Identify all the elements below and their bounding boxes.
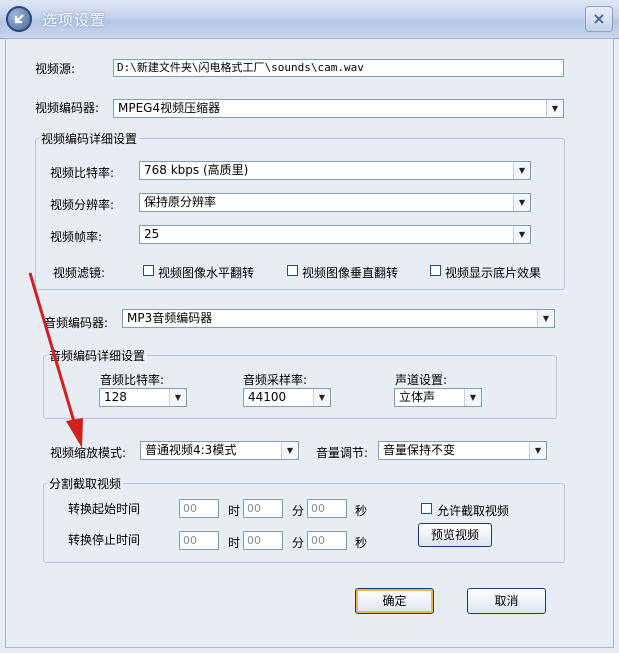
stop-minute-unit: 分 bbox=[292, 536, 305, 550]
audio-samplerate-select[interactable]: 44100 ▼ bbox=[243, 388, 331, 407]
start-minute-input[interactable]: 00 bbox=[243, 499, 283, 518]
scale-mode-select[interactable]: 普通视频4:3模式 ▼ bbox=[140, 441, 299, 460]
chevron-down-icon[interactable]: ▼ bbox=[529, 442, 546, 459]
video-encoder-select[interactable]: MPEG4视频压缩器 ▼ bbox=[113, 99, 564, 118]
chevron-down-icon[interactable]: ▼ bbox=[281, 442, 298, 459]
audio-samplerate-label: 音频采样率: bbox=[243, 373, 308, 387]
ok-button[interactable]: 确定 bbox=[355, 588, 434, 614]
cancel-button[interactable]: 取消 bbox=[467, 588, 546, 614]
video-encoder-value: MPEG4视频压缩器 bbox=[118, 101, 221, 115]
scale-mode-value: 普通视频4:3模式 bbox=[145, 443, 237, 457]
video-encoder-label: 视频编码器: bbox=[35, 101, 100, 115]
start-second-unit: 秒 bbox=[355, 504, 368, 518]
allow-split-checkbox[interactable] bbox=[421, 503, 432, 514]
chevron-down-icon[interactable]: ▼ bbox=[313, 389, 330, 406]
stop-time-label: 转换停止时间 bbox=[68, 533, 141, 547]
video-framerate-select[interactable]: 25 ▼ bbox=[139, 225, 531, 244]
channel-label: 声道设置: bbox=[395, 373, 448, 387]
split-title: 分割截取视频 bbox=[47, 475, 124, 492]
chevron-down-icon[interactable]: ▼ bbox=[513, 162, 530, 179]
window-title: 选项设置 bbox=[42, 11, 107, 29]
video-resolution-select[interactable]: 保持原分辨率 ▼ bbox=[139, 193, 531, 212]
audio-encoder-label: 音频编码器: bbox=[44, 316, 109, 330]
chevron-down-icon[interactable]: ▼ bbox=[546, 100, 563, 117]
filter-vertical-flip-label: 视频图像垂直翻转 bbox=[302, 266, 399, 280]
title-bar: 选项设置 × bbox=[0, 0, 619, 39]
audio-encoder-value: MP3音频编码器 bbox=[127, 311, 213, 325]
chevron-down-icon[interactable]: ▼ bbox=[513, 226, 530, 243]
stop-second-unit: 秒 bbox=[355, 536, 368, 550]
chevron-down-icon[interactable]: ▼ bbox=[464, 389, 481, 406]
start-hour-input[interactable]: 00 bbox=[179, 499, 219, 518]
audio-bitrate-label: 音频比特率: bbox=[100, 373, 165, 387]
video-framerate-label: 视频帧率: bbox=[50, 230, 103, 244]
audio-encoder-select[interactable]: MP3音频编码器 ▼ bbox=[122, 309, 555, 328]
audio-bitrate-value: 128 bbox=[104, 390, 127, 404]
allow-split-label: 允许截取视频 bbox=[437, 504, 510, 518]
volume-select[interactable]: 音量保持不变 ▼ bbox=[378, 441, 547, 460]
preview-video-button[interactable]: 预览视频 bbox=[418, 523, 492, 547]
chevron-down-icon[interactable]: ▼ bbox=[169, 389, 186, 406]
start-hour-unit: 时 bbox=[228, 504, 241, 518]
start-time-label: 转换起始时间 bbox=[68, 502, 141, 516]
volume-label: 音量调节: bbox=[316, 446, 369, 460]
chevron-down-icon[interactable]: ▼ bbox=[513, 194, 530, 211]
close-icon: × bbox=[592, 9, 606, 28]
video-bitrate-value: 768 kbps (高质里) bbox=[144, 163, 249, 177]
audio-detail-title: 音频编码详细设置 bbox=[47, 347, 148, 364]
back-arrow-icon[interactable] bbox=[6, 6, 32, 32]
start-second-input[interactable]: 00 bbox=[307, 499, 347, 518]
stop-hour-unit: 时 bbox=[228, 536, 241, 550]
close-button[interactable]: × bbox=[585, 6, 613, 32]
stop-minute-input[interactable]: 00 bbox=[243, 531, 283, 550]
stop-second-input[interactable]: 00 bbox=[307, 531, 347, 550]
start-minute-unit: 分 bbox=[292, 504, 305, 518]
video-filter-label: 视频滤镜: bbox=[53, 266, 106, 280]
video-resolution-label: 视频分辨率: bbox=[50, 198, 115, 212]
video-source-field[interactable]: D:\新建文件夹\闪电格式工厂\sounds\cam.wav bbox=[113, 59, 564, 77]
filter-vertical-flip-checkbox[interactable] bbox=[287, 265, 298, 276]
audio-samplerate-value: 44100 bbox=[248, 390, 287, 404]
filter-horizontal-flip-label: 视频图像水平翻转 bbox=[158, 266, 255, 280]
stop-hour-input[interactable]: 00 bbox=[179, 531, 219, 550]
video-bitrate-select[interactable]: 768 kbps (高质里) ▼ bbox=[139, 161, 531, 180]
channel-select[interactable]: 立体声 ▼ bbox=[394, 388, 482, 407]
video-detail-title: 视频编码详细设置 bbox=[39, 130, 140, 147]
scale-mode-label: 视频缩放模式: bbox=[50, 446, 127, 460]
filter-negative-checkbox[interactable] bbox=[430, 265, 441, 276]
volume-value: 音量保持不变 bbox=[383, 443, 456, 457]
channel-value: 立体声 bbox=[399, 390, 436, 404]
audio-bitrate-select[interactable]: 128 ▼ bbox=[99, 388, 187, 407]
filter-horizontal-flip-checkbox[interactable] bbox=[143, 265, 154, 276]
video-source-label: 视频源: bbox=[35, 62, 76, 76]
video-bitrate-label: 视频比特率: bbox=[50, 166, 115, 180]
chevron-down-icon[interactable]: ▼ bbox=[537, 310, 554, 327]
video-framerate-value: 25 bbox=[144, 227, 160, 241]
filter-negative-label: 视频显示底片效果 bbox=[445, 266, 542, 280]
video-resolution-value: 保持原分辨率 bbox=[144, 195, 217, 209]
